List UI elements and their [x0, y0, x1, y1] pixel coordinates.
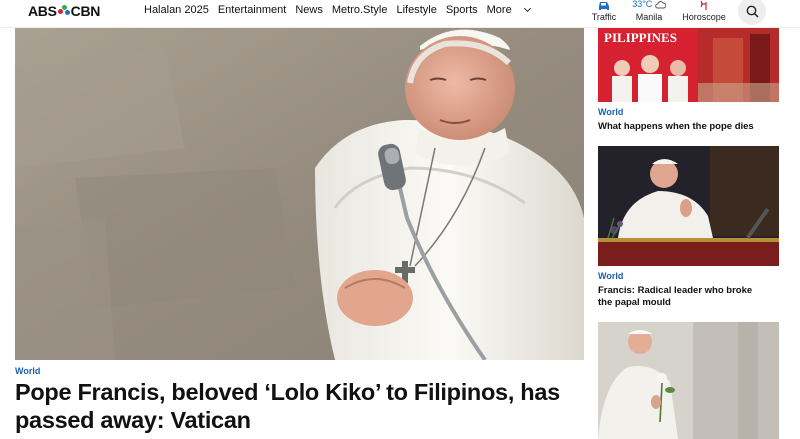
zodiac-icon	[700, 0, 707, 10]
abs-cbn-logo[interactable]: ABS CBN	[28, 3, 101, 19]
logo-text-right: CBN	[70, 3, 101, 19]
sidebar-card-2-section[interactable]: World	[598, 271, 623, 281]
search-button[interactable]	[738, 0, 766, 25]
more-label: More	[486, 4, 512, 16]
weather-temp: 33°C	[632, 0, 653, 9]
car-icon	[599, 2, 609, 10]
magazine-covers-photo: PILIPPINES	[598, 28, 779, 102]
search-icon	[746, 5, 759, 18]
cloud-icon	[655, 0, 667, 9]
hero-headline[interactable]: Pope Francis, beloved ‘Lolo Kiko’ to Fil…	[15, 378, 585, 434]
horoscope-link[interactable]: Horoscope	[680, 0, 728, 22]
nav-item-news[interactable]: News	[295, 4, 323, 16]
logo-text-left: ABS	[28, 3, 57, 19]
nav-item-entertainment[interactable]: Entertainment	[218, 4, 286, 16]
sidebar-card-2-title[interactable]: Francis: Radical leader who broke the pa…	[598, 285, 768, 309]
traffic-label: Traffic	[591, 12, 617, 22]
sidebar-card-1-title[interactable]: What happens when the pope dies	[598, 121, 788, 133]
weather-widget[interactable]: 33°C Manila	[626, 0, 672, 22]
main-nav: Halalan 2025 Entertainment News Metro.St…	[144, 4, 548, 16]
nav-item-metro-style[interactable]: Metro.Style	[332, 4, 388, 16]
pope-photo	[15, 28, 584, 360]
site-header: ABS CBN Halalan 2025 Entertainment News …	[0, 0, 800, 28]
sidebar-card-2-image[interactable]	[598, 146, 779, 266]
sidebar-card-1-image[interactable]: PILIPPINES	[598, 28, 779, 102]
pope-with-rose-photo	[598, 322, 779, 439]
nav-item-more[interactable]: More	[487, 4, 539, 16]
hero-image[interactable]	[15, 28, 584, 360]
sidebar-card-3-image[interactable]	[598, 322, 779, 439]
chevron-down-icon	[523, 4, 531, 13]
nav-item-lifestyle[interactable]: Lifestyle	[396, 4, 436, 16]
weather-readout: 33°C	[626, 0, 672, 11]
logo-mark-icon	[57, 5, 70, 17]
sidebar-card-1-section[interactable]: World	[598, 107, 623, 117]
traffic-link[interactable]: Traffic	[588, 0, 620, 22]
pope-balcony-photo	[598, 146, 779, 266]
nav-item-sports[interactable]: Sports	[446, 4, 478, 16]
hero-section-label[interactable]: World	[15, 366, 40, 376]
horoscope-label: Horoscope	[682, 12, 726, 22]
nav-item-halalan[interactable]: Halalan 2025	[144, 4, 209, 16]
magazine-title-text: PILIPPINES	[604, 30, 677, 45]
weather-city: Manila	[635, 12, 663, 22]
